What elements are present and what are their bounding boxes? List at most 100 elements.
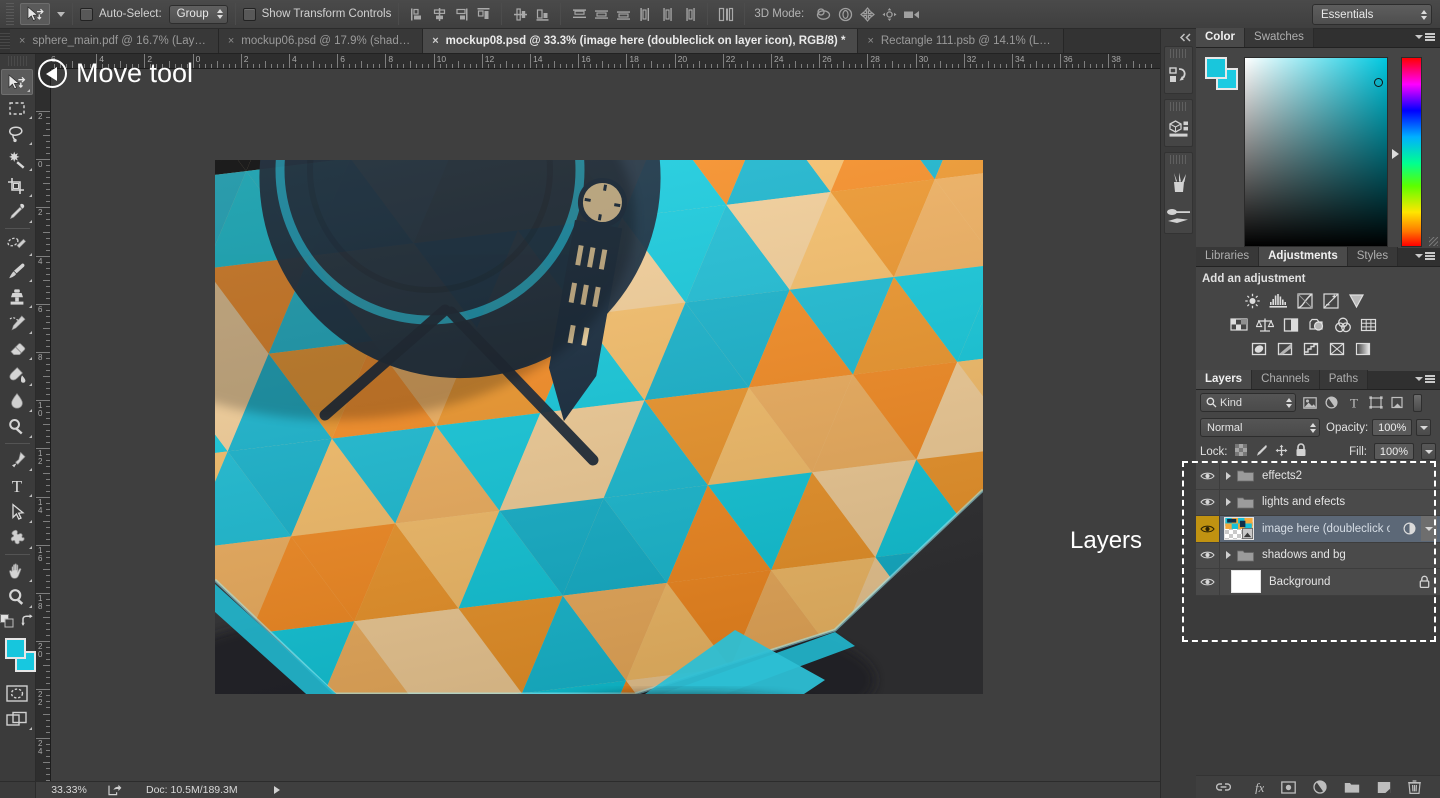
layer-row-image-here[interactable]: image here (doubleclick on…	[1196, 516, 1440, 543]
tab-paths[interactable]: Paths	[1319, 370, 1369, 389]
tool-spot-healing-brush[interactable]	[0, 232, 34, 258]
layer-name[interactable]: shadows and bg	[1262, 549, 1346, 561]
levels-button[interactable]	[1268, 291, 1289, 310]
tab-adjustments[interactable]: Adjustments	[1259, 247, 1348, 266]
fill-input[interactable]: 100%	[1374, 443, 1414, 460]
toolbox-grip[interactable]	[8, 56, 27, 66]
hue-slider[interactable]	[1401, 57, 1422, 247]
lock-image-pixels-button[interactable]	[1254, 444, 1268, 460]
quick-mask-toggle[interactable]	[0, 680, 34, 706]
status-expand-button[interactable]	[273, 786, 280, 794]
tool-brush[interactable]	[0, 258, 34, 284]
rail-group-3d[interactable]	[1164, 99, 1193, 147]
auto-select-checkbox[interactable]	[80, 7, 93, 21]
tool-type[interactable]: T	[0, 473, 34, 499]
layer-row-lights-and-efects[interactable]: lights and efects	[1196, 489, 1440, 516]
gradient-map-button[interactable]	[1326, 339, 1347, 358]
resize-grip[interactable]	[1429, 237, 1438, 246]
color-lookup-button[interactable]	[1358, 315, 1379, 334]
align-horizontal-centers-button[interactable]	[428, 3, 450, 25]
rail-group-brushes[interactable]	[1164, 152, 1193, 234]
layer-row-background[interactable]: Background	[1196, 569, 1440, 596]
document-tab-1[interactable]: × mockup06.psd @ 17.9% (shad…	[218, 29, 424, 53]
color-picker-marker[interactable]	[1374, 78, 1383, 87]
3d-properties-panel-button[interactable]	[1165, 112, 1192, 146]
auto-select-scope-dropdown[interactable]: Group	[168, 4, 228, 24]
document-tab-0[interactable]: × sphere_main.pdf @ 16.7% (Lay…	[10, 29, 219, 53]
brightness-contrast-button[interactable]	[1242, 291, 1263, 310]
layer-filter-badge-icon[interactable]	[1403, 522, 1416, 535]
align-top-edges-button[interactable]	[472, 3, 494, 25]
3d-zoom-camera-button[interactable]	[900, 3, 922, 25]
close-icon[interactable]: ×	[432, 35, 438, 47]
fill-slider-button[interactable]	[1421, 443, 1436, 460]
tool-history-brush[interactable]	[0, 310, 34, 336]
document-canvas[interactable]	[215, 160, 983, 694]
tab-bar-grip[interactable]	[0, 33, 10, 49]
adjustments-panel-menu-button[interactable]	[1415, 252, 1435, 260]
threshold-button[interactable]	[1300, 339, 1321, 358]
layer-row-shadows-and-bg[interactable]: shadows and bg	[1196, 542, 1440, 569]
tool-blur[interactable]	[0, 388, 34, 414]
tool-lasso[interactable]	[0, 121, 34, 147]
3d-pan-button[interactable]	[856, 3, 878, 25]
posterize-button[interactable]	[1274, 339, 1295, 358]
tab-styles[interactable]: Styles	[1347, 247, 1399, 266]
align-vertical-centers-button[interactable]	[509, 3, 531, 25]
group-expand-arrow[interactable]	[1223, 550, 1233, 560]
lock-position-button[interactable]	[1275, 444, 1288, 460]
hue-saturation-button[interactable]	[1228, 315, 1249, 334]
zoom-level-input[interactable]: 33.33%	[36, 784, 102, 796]
color-balance-button[interactable]	[1254, 315, 1275, 334]
tool-gradient[interactable]	[0, 362, 34, 388]
layer-filter-kind-dropdown[interactable]: Kind	[1200, 393, 1296, 412]
close-icon[interactable]: ×	[19, 35, 25, 47]
swap-colors-icon[interactable]	[21, 614, 35, 628]
filter-toggle-switch[interactable]	[1413, 393, 1422, 412]
document-tab-2[interactable]: × mockup08.psd @ 33.3% (image here (doub…	[423, 29, 859, 53]
canvas-area[interactable]	[51, 69, 1160, 781]
lock-transparent-pixels-button[interactable]	[1234, 444, 1247, 459]
color-panel-menu-button[interactable]	[1415, 33, 1435, 41]
align-left-edges-button[interactable]	[406, 3, 428, 25]
tool-dodge[interactable]	[0, 414, 34, 440]
layer-scroll-thumb[interactable]	[1421, 516, 1437, 542]
layer-name[interactable]: lights and efects	[1262, 496, 1345, 508]
group-expand-arrow[interactable]	[1223, 471, 1233, 481]
tool-zoom[interactable]	[0, 584, 34, 610]
brush-presets-panel-button[interactable]	[1165, 165, 1192, 199]
filter-adjustment-button[interactable]	[1323, 393, 1340, 412]
layer-visibility-toggle[interactable]	[1196, 569, 1220, 595]
distribute-horizontal-centers-button[interactable]	[656, 3, 678, 25]
tool-pen[interactable]	[0, 447, 34, 473]
close-icon[interactable]: ×	[867, 35, 873, 47]
color-fg-bg-swatches[interactable]	[1205, 57, 1239, 91]
align-bottom-edges-button[interactable]	[531, 3, 553, 25]
workspace-dropdown[interactable]: Essentials	[1312, 4, 1432, 25]
tool-magic-wand[interactable]	[0, 147, 34, 173]
options-bar-grip[interactable]	[6, 3, 14, 25]
3d-slide-button[interactable]	[878, 3, 900, 25]
tool-rectangular-marquee[interactable]	[0, 95, 34, 121]
tool-custom-shape[interactable]	[0, 525, 34, 551]
opacity-input[interactable]: 100%	[1372, 419, 1413, 436]
new-layer-button[interactable]	[1377, 781, 1391, 794]
screen-mode-button[interactable]	[0, 706, 34, 732]
layer-visibility-toggle[interactable]	[1196, 542, 1220, 568]
layer-list[interactable]: effects2 lights and efects image here (d…	[1196, 463, 1440, 596]
black-and-white-button[interactable]	[1280, 315, 1301, 334]
default-colors-icon[interactable]	[0, 614, 15, 628]
toolbox-color-swatches[interactable]	[0, 636, 36, 678]
tool-preset-chevron-icon[interactable]	[57, 11, 65, 17]
tool-path-selection[interactable]	[0, 499, 34, 525]
channel-mixer-button[interactable]	[1332, 315, 1353, 334]
show-transform-controls-checkbox[interactable]	[242, 7, 256, 21]
link-layers-button[interactable]	[1215, 782, 1231, 792]
filter-smart-object-button[interactable]	[1389, 393, 1406, 412]
color-foreground-swatch[interactable]	[1205, 57, 1227, 79]
tab-libraries[interactable]: Libraries	[1196, 247, 1260, 266]
tab-color[interactable]: Color	[1196, 28, 1246, 47]
tool-crop[interactable]	[0, 173, 34, 199]
photo-filter-button[interactable]	[1306, 315, 1327, 334]
new-fill-adjustment-button[interactable]	[1312, 780, 1327, 794]
